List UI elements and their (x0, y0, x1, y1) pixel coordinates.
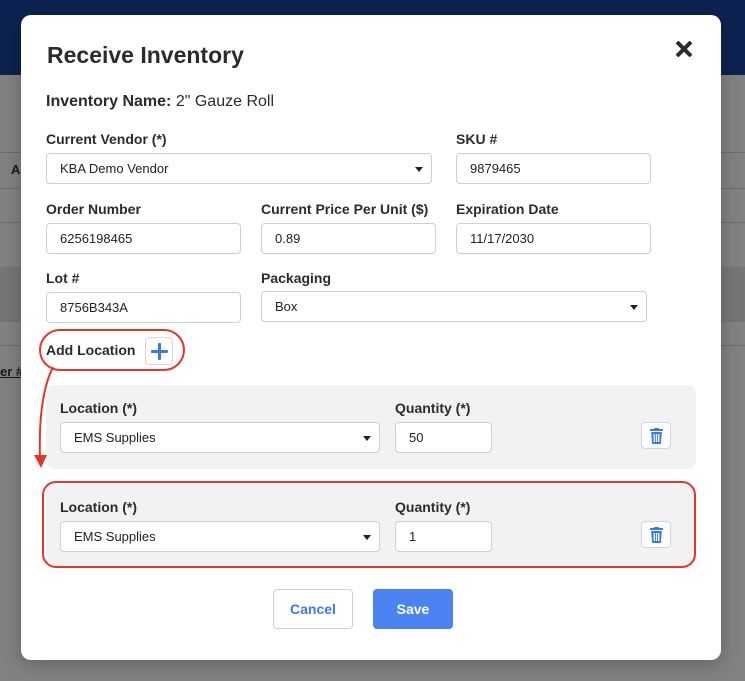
location-select[interactable]: EMS Supplies (60, 422, 380, 453)
location-card: Location (*) EMS Supplies Quantity (*) 5… (46, 385, 696, 469)
inventory-name-label: Inventory Name: (46, 93, 172, 110)
expiration-date-input[interactable]: 11/17/2030 (456, 223, 651, 254)
caret-down-icon (363, 436, 371, 441)
modal-title: Receive Inventory (47, 42, 244, 68)
inventory-name: Inventory Name: 2" Gauze Roll (46, 93, 274, 111)
caret-down-icon (415, 167, 423, 172)
annotation-arrow-icon (34, 366, 54, 468)
background-column-header: A (11, 162, 21, 177)
receive-inventory-modal: Receive Inventory Inventory Name: 2" Gau… (21, 15, 721, 660)
location-label: Location (*) (60, 400, 137, 416)
quantity-value: 50 (409, 430, 424, 445)
sku-input[interactable]: 9879465 (456, 153, 651, 184)
order-number-label: Order Number (46, 201, 141, 217)
sku-label: SKU # (456, 131, 498, 147)
delete-location-button[interactable] (641, 422, 671, 449)
price-per-unit-value: 0.89 (275, 231, 301, 246)
annotation-highlight (39, 329, 185, 371)
expiration-date-label: Expiration Date (456, 201, 559, 217)
price-per-unit-label: Current Price Per Unit ($) (261, 201, 429, 217)
quantity-label: Quantity (*) (395, 400, 471, 416)
sku-value: 9879465 (470, 161, 521, 176)
lot-value: 8756B343A (60, 300, 128, 315)
packaging-select[interactable]: Box (261, 291, 647, 322)
expiration-date-value: 11/17/2030 (470, 231, 535, 246)
lot-input[interactable]: 8756B343A (46, 292, 241, 323)
current-vendor-select[interactable]: KBA Demo Vendor (46, 153, 432, 184)
current-vendor-label: Current Vendor (*) (46, 131, 167, 147)
background-link: er # (0, 364, 24, 379)
location-value: EMS Supplies (74, 430, 156, 445)
save-button[interactable]: Save (373, 589, 453, 629)
order-number-input[interactable]: 6256198465 (46, 223, 241, 254)
inventory-name-value: 2" Gauze Roll (175, 93, 274, 110)
current-vendor-value: KBA Demo Vendor (60, 161, 169, 176)
quantity-input[interactable]: 50 (395, 422, 492, 453)
close-icon[interactable] (673, 38, 695, 60)
annotation-highlight (42, 481, 696, 568)
caret-down-icon (630, 305, 638, 310)
packaging-value: Box (275, 299, 298, 314)
trash-icon (650, 428, 663, 444)
lot-label: Lot # (46, 270, 80, 286)
order-number-value: 6256198465 (60, 231, 133, 246)
price-per-unit-input[interactable]: 0.89 (261, 223, 436, 254)
cancel-button[interactable]: Cancel (273, 589, 353, 629)
packaging-label: Packaging (261, 270, 332, 286)
